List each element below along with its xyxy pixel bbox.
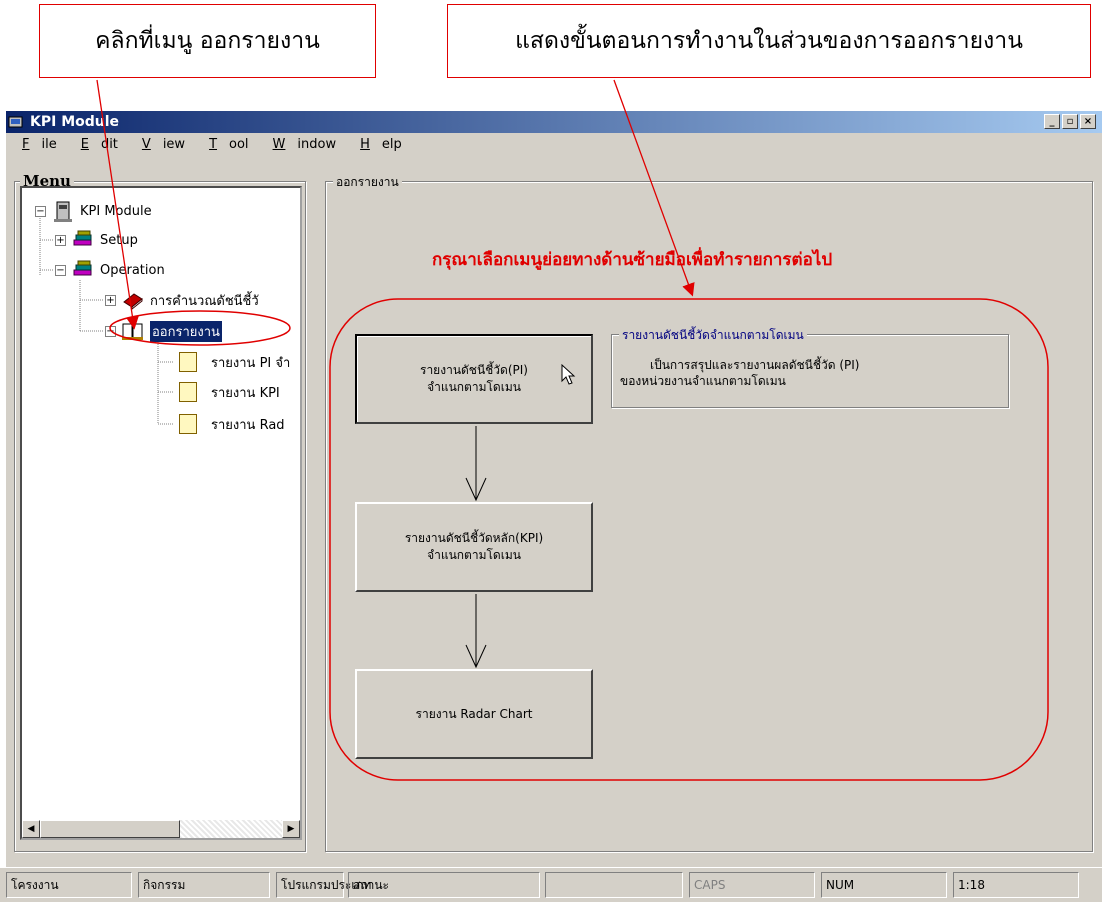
flow-step-kpi-line2: จำแนกตามโดเมน <box>427 548 521 562</box>
menu-bar: File Edit View Tool Window Help <box>6 133 1102 155</box>
document-icon <box>179 352 197 372</box>
menu-help[interactable]: Help <box>352 137 406 152</box>
tree-item-report-radar[interactable]: รายงาน Rad <box>179 413 285 435</box>
mouse-cursor-icon <box>561 363 577 390</box>
window-title-bar: KPI Module <box>6 111 1102 133</box>
status-caps: CAPS <box>689 872 815 898</box>
callout-right: แสดงขั้นตอนการทำงานในส่วนของการออกรายงาน <box>447 4 1091 78</box>
tree-item-report-pi[interactable]: รายงาน PI จำ <box>179 351 290 373</box>
tree-item-report[interactable]: − ออกรายงาน <box>105 320 222 342</box>
tree-label-report: ออกรายงาน <box>150 320 222 342</box>
app-icon <box>8 115 24 129</box>
horizontal-scrollbar[interactable]: ◀ ▶ <box>22 820 300 838</box>
flow-step-pi-report-button[interactable]: รายงานดัชนีชี้วัด(PI) จำแนกตามโดเมน <box>355 334 593 424</box>
status-time: 1:18 <box>953 872 1079 898</box>
books-icon <box>72 230 94 250</box>
open-book-icon <box>122 321 144 341</box>
tree-item-calc[interactable]: + การคำนวณดัชนีชี้วั <box>105 289 259 311</box>
maximize-button[interactable]: ▫ <box>1062 114 1078 129</box>
callout-left: คลิกที่เมนู ออกรายงาน <box>39 4 376 78</box>
flow-step-radar-report-button[interactable]: รายงาน Radar Chart <box>355 669 593 759</box>
tree-item-setup[interactable]: + Setup <box>55 229 138 251</box>
collapse-icon[interactable]: − <box>55 264 66 276</box>
tree-label-report-kpi: รายงาน KPI <box>211 385 280 401</box>
tree-label-setup: Setup <box>100 232 138 248</box>
main-panel-title: ออกรายงาน <box>333 173 402 192</box>
expand-icon[interactable]: + <box>105 294 116 306</box>
window-title: KPI Module <box>30 114 120 130</box>
books-icon <box>72 260 94 280</box>
menu-edit[interactable]: Edit <box>73 137 122 152</box>
flow-step-pi-line2: จำแนกตามโดเมน <box>427 380 521 394</box>
flow-step-pi-line1: รายงานดัชนีชี้วัด(PI) <box>420 363 528 377</box>
tree-item-root[interactable]: − KPI Module <box>35 200 152 222</box>
tree-label-root: KPI Module <box>80 203 152 219</box>
tree-item-operation[interactable]: − Operation <box>55 259 165 281</box>
description-line2: ของหน่วยงานจำแนกตามโดเมน <box>620 374 786 388</box>
tree-item-report-kpi[interactable]: รายงาน KPI <box>179 381 280 403</box>
status-empty <box>545 872 683 898</box>
instruction-text: กรุณาเลือกเมนูย่อยทางด้านซ้ายมือเพื่อทำร… <box>432 250 833 270</box>
flow-step-kpi-line1: รายงานดัชนีชี้วัดหลัก(KPI) <box>404 531 544 545</box>
menu-view[interactable]: View <box>134 137 189 152</box>
document-icon <box>179 414 197 434</box>
menu-tree: − KPI Module + Setup − Operation + การคำ… <box>20 186 302 840</box>
scroll-track[interactable] <box>180 820 282 838</box>
document-icon <box>179 382 197 402</box>
tree-lines <box>39 218 174 425</box>
tree-label-operation: Operation <box>100 262 165 278</box>
tree-label-report-pi: รายงาน PI จำ <box>211 355 291 371</box>
status-project: โครงงาน <box>6 872 132 898</box>
status-num: NUM <box>821 872 947 898</box>
close-button[interactable]: × <box>1080 114 1096 129</box>
status-state: สถานะ <box>348 872 540 898</box>
flow-step-radar-label: รายงาน Radar Chart <box>415 706 533 721</box>
status-bar: โครงงาน กิจกรรม โปรแกรมประเภท สถานะ CAPS… <box>0 867 1102 902</box>
scroll-thumb[interactable] <box>40 820 180 838</box>
minimize-button[interactable]: _ <box>1044 114 1060 129</box>
expand-icon[interactable]: + <box>55 234 66 246</box>
red-book-icon <box>122 290 144 311</box>
status-activity: กิจกรรม <box>138 872 270 898</box>
menu-tool[interactable]: Tool <box>201 137 252 152</box>
tree-label-report-radar: รายงาน Rad <box>211 417 285 433</box>
status-program-type: โปรแกรมประเภท <box>276 872 371 898</box>
scroll-left-button[interactable]: ◀ <box>22 820 40 838</box>
collapse-icon[interactable]: − <box>105 325 116 337</box>
computer-icon <box>52 201 74 222</box>
collapse-icon[interactable]: − <box>35 205 46 217</box>
menu-file[interactable]: File <box>14 137 61 152</box>
tree-label-calc: การคำนวณดัชนีชี้วั <box>150 293 259 309</box>
menu-window[interactable]: Window <box>265 137 341 152</box>
flow-step-kpi-report-button[interactable]: รายงานดัชนีชี้วัดหลัก(KPI) จำแนกตามโดเมน <box>355 502 593 592</box>
description-title: รายงานดัชนีชี้วัดจำแนกตามโดเมน <box>619 326 807 345</box>
scroll-right-button[interactable]: ▶ <box>282 820 300 838</box>
